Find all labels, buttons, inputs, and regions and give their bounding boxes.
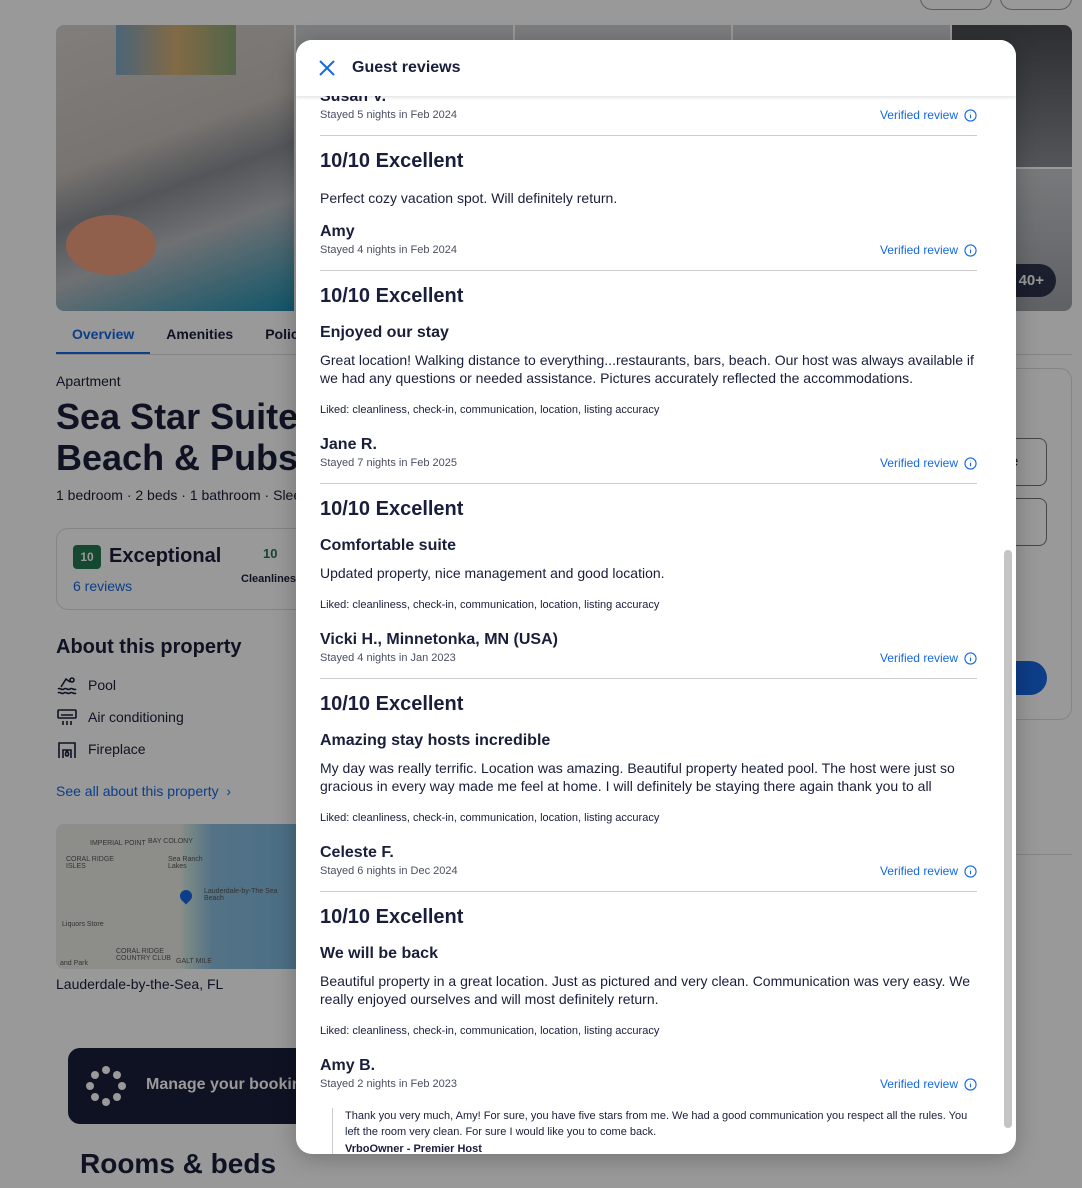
verified-review-link[interactable]: Verified review bbox=[880, 243, 977, 257]
close-icon[interactable] bbox=[316, 57, 338, 79]
host-response-text: Thank you very much, Amy! For sure, you … bbox=[345, 1110, 968, 1138]
host-response: Thank you very much, Amy! For sure, you … bbox=[332, 1108, 977, 1154]
review-title: Amazing stay hosts incredible bbox=[320, 732, 551, 749]
review-stay: Stayed 6 nights in Dec 2024 bbox=[320, 865, 458, 877]
verified-label: Verified review bbox=[879, 456, 958, 470]
review-liked: Liked: cleanliness, check-in, communicat… bbox=[320, 1025, 660, 1037]
review-text: Updated property, nice management and go… bbox=[320, 565, 665, 581]
review-stay: Stayed 5 nights in Feb 2024 bbox=[320, 109, 457, 121]
review-stay: Stayed 4 nights in Feb 2024 bbox=[320, 244, 457, 256]
info-icon bbox=[964, 108, 977, 122]
verified-label: Verified review bbox=[879, 1077, 958, 1091]
review-divider bbox=[320, 483, 977, 484]
review-divider bbox=[320, 678, 977, 679]
info-icon bbox=[964, 1077, 977, 1091]
verified-label: Verified review bbox=[879, 108, 958, 122]
review-rating: 10/10 Excellent bbox=[320, 693, 464, 715]
review-divider bbox=[320, 135, 977, 136]
info-icon bbox=[964, 243, 977, 257]
review-rating: 10/10 Excellent bbox=[320, 285, 464, 307]
review-stay: Stayed 4 nights in Jan 2023 bbox=[320, 652, 456, 664]
review-text: My day was really terrific. Location was… bbox=[320, 760, 955, 794]
verified-review-link[interactable]: Verified review bbox=[880, 108, 977, 122]
info-icon bbox=[964, 651, 977, 665]
dialog-title: Guest reviews bbox=[352, 59, 461, 76]
review-title: We will be back bbox=[320, 945, 438, 962]
review-text: Beautiful property in a great location. … bbox=[320, 973, 971, 1007]
review-stay: Stayed 2 nights in Feb 2023 bbox=[320, 1078, 457, 1090]
review-author: Vicki H., Minnetonka, MN (USA) bbox=[320, 631, 558, 648]
review-rating: 10/10 Excellent bbox=[320, 906, 464, 928]
review-divider bbox=[320, 891, 977, 892]
scrollbar[interactable] bbox=[1004, 550, 1012, 1128]
reviews-list[interactable]: Susan V. Stayed 5 nights in Feb 2024 Ver… bbox=[296, 40, 1016, 1154]
verified-review-link[interactable]: Verified review bbox=[880, 864, 977, 878]
review-text: Great location! Walking distance to ever… bbox=[320, 352, 974, 386]
review-author: Amy B. bbox=[320, 1057, 376, 1074]
review-rating: 10/10 Excellent bbox=[320, 498, 464, 520]
review-stay: Stayed 7 nights in Feb 2025 bbox=[320, 457, 457, 469]
review-liked: Liked: cleanliness, check-in, communicat… bbox=[320, 599, 660, 611]
review-author: Jane R. bbox=[320, 436, 377, 453]
info-icon bbox=[964, 456, 977, 470]
verified-label: Verified review bbox=[879, 651, 958, 665]
verified-review-link[interactable]: Verified review bbox=[880, 1077, 977, 1091]
review-rating: 10/10 Excellent bbox=[320, 150, 464, 172]
info-icon bbox=[964, 864, 977, 878]
review-title: Comfortable suite bbox=[320, 537, 457, 554]
host-response-author: VrboOwner - Premier Host bbox=[345, 1143, 482, 1154]
verified-review-link[interactable]: Verified review bbox=[880, 456, 977, 470]
verified-label: Verified review bbox=[879, 864, 958, 878]
review-liked: Liked: cleanliness, check-in, communicat… bbox=[320, 404, 660, 416]
guest-reviews-dialog: Guest reviews Susan V. Stayed 5 nights i… bbox=[296, 40, 1016, 1154]
verified-label: Verified review bbox=[879, 243, 958, 257]
review-author: Amy bbox=[320, 223, 355, 240]
dialog-header: Guest reviews bbox=[296, 40, 1016, 96]
review-author: Celeste F. bbox=[320, 844, 394, 861]
review-liked: Liked: cleanliness, check-in, communicat… bbox=[320, 812, 660, 824]
review-text: Perfect cozy vacation spot. Will definit… bbox=[320, 190, 618, 206]
review-title: Enjoyed our stay bbox=[320, 324, 449, 341]
review-divider bbox=[320, 270, 977, 271]
verified-review-link[interactable]: Verified review bbox=[880, 651, 977, 665]
